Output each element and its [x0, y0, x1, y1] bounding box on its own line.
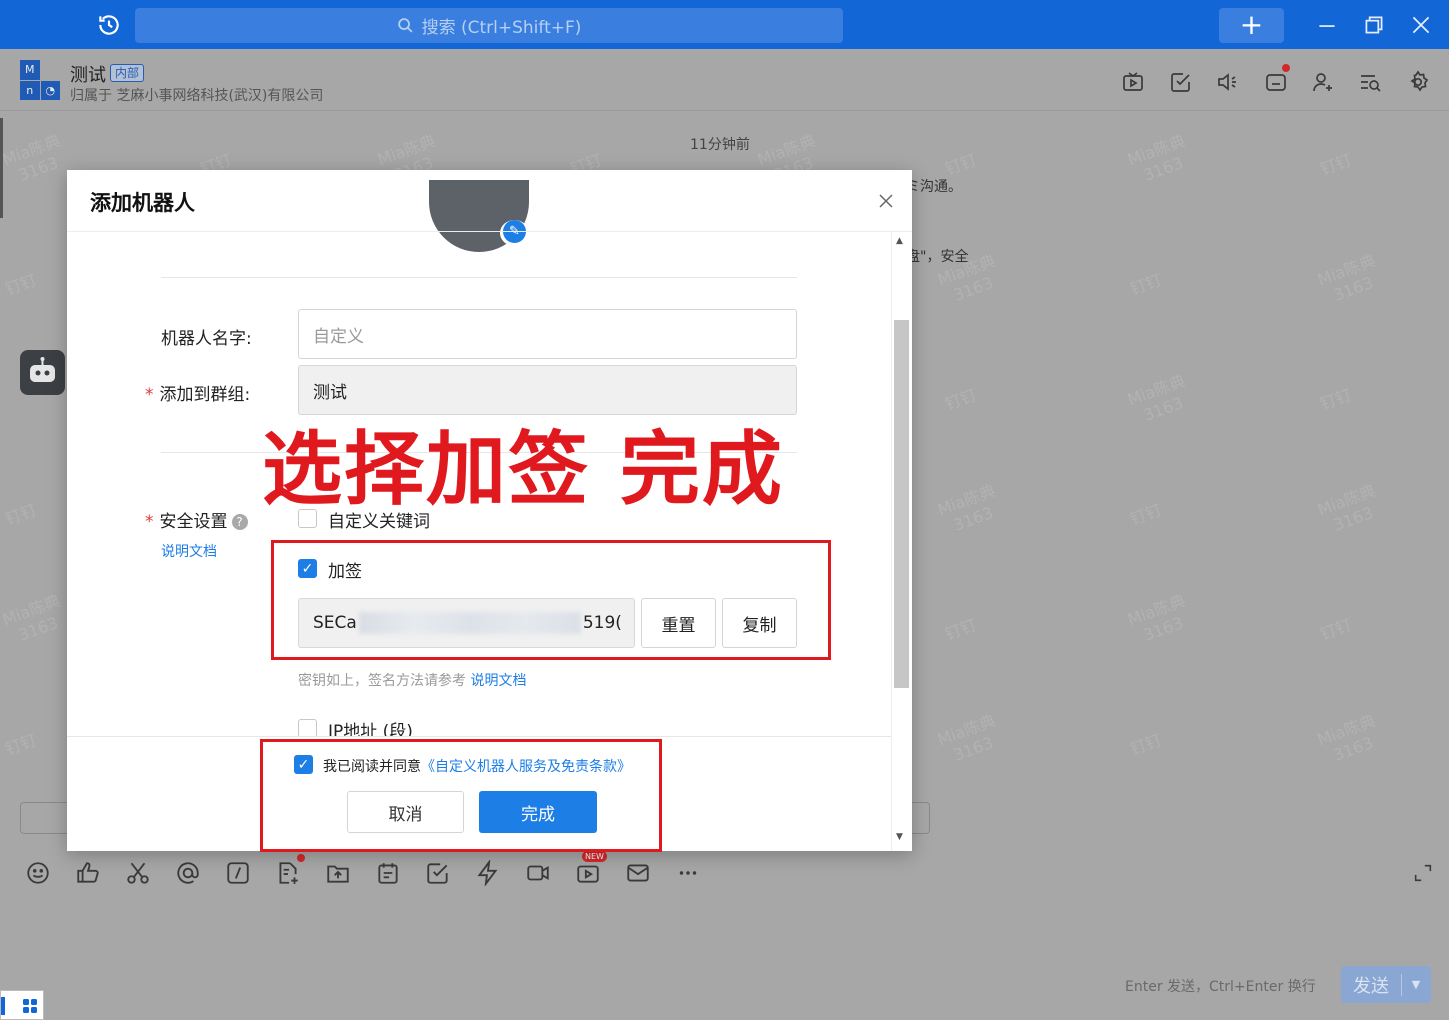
watermark: 钉钉 — [2, 730, 40, 759]
send-button[interactable]: 发送 ▼ — [1341, 966, 1431, 1003]
notification-dot — [1282, 64, 1290, 72]
taskbar-corner[interactable] — [0, 990, 44, 1020]
watermark: Mia陈典 3163 — [1124, 590, 1188, 645]
watermark: 钉钉 — [1127, 270, 1165, 299]
mention-icon[interactable] — [175, 860, 201, 886]
expand-icon[interactable] — [1412, 862, 1434, 884]
scroll-up-icon[interactable]: ▲ — [896, 236, 903, 246]
dialog-title: 添加机器人 — [90, 191, 195, 215]
avatar-cell — [40, 60, 60, 80]
send-label: 发送 — [1353, 975, 1389, 997]
search-bar[interactable]: 搜索 (Ctrl+Shift+F) — [135, 8, 843, 43]
watermark: 钉钉 — [1317, 150, 1355, 179]
search-history-icon[interactable] — [1358, 70, 1382, 94]
robot-avatar[interactable] — [20, 350, 65, 395]
message-text: ミ沟通。 — [906, 179, 962, 195]
robot-name-input[interactable]: 自定义 — [298, 309, 797, 359]
watermark: 钉钉 — [1317, 385, 1355, 414]
add-member-icon[interactable] — [1311, 70, 1335, 94]
internal-badge: 内部 — [110, 64, 145, 82]
search-icon — [397, 18, 413, 33]
annotation-box — [271, 540, 831, 660]
watermark: Mia陈典 3163 — [934, 710, 998, 765]
task-icon[interactable] — [425, 860, 451, 886]
avatar-cell: n — [20, 80, 40, 100]
new-badge: NEW — [582, 851, 607, 862]
annotation-text: 选择加签 完成 — [262, 423, 784, 516]
background-tool-chip — [20, 802, 70, 834]
live-stream-icon[interactable] — [575, 860, 601, 886]
history-icon[interactable] — [96, 12, 122, 38]
live-icon[interactable] — [1121, 70, 1145, 94]
doc-add-icon[interactable] — [275, 860, 301, 886]
watermark: 钉钉 — [2, 270, 40, 299]
watermark: 钉钉 — [942, 385, 980, 414]
annotation-box — [260, 739, 662, 852]
secret-hint: 密钥如上，签名方法请参考 说明文档 — [298, 673, 527, 689]
watermark: 钉钉 — [942, 615, 980, 644]
watermark: Mia陈典 3163 — [1314, 710, 1378, 765]
voice-icon[interactable] — [1216, 70, 1240, 94]
watermark: 钉钉 — [1127, 730, 1165, 759]
group-name[interactable]: 测试 — [70, 61, 106, 87]
dialog-header-border — [67, 231, 912, 232]
more-icon[interactable] — [675, 860, 701, 886]
calendar-icon[interactable] — [375, 860, 401, 886]
watermark: 钉钉 — [2, 500, 40, 529]
settings-icon[interactable] — [1406, 70, 1430, 94]
close-icon[interactable] — [877, 192, 895, 210]
group-field-value: 测试 — [313, 382, 347, 403]
doc-link[interactable]: 说明文档 — [161, 541, 217, 561]
help-icon[interactable]: ? — [231, 514, 248, 530]
sidebar-scroll-edge — [0, 118, 3, 218]
robot-name-label: 机器人名字: — [161, 329, 252, 349]
restore-icon[interactable] — [1361, 12, 1387, 38]
message-text: 盘"，安全 — [906, 249, 969, 265]
security-settings-label: * 安全设置? — [145, 507, 248, 532]
watermark: Mia陈典 3163 — [1314, 480, 1378, 535]
watermark: Mia陈典 3163 — [0, 590, 63, 645]
watermark: Mia陈典 3163 — [1314, 250, 1378, 305]
watermark: 钉钉 — [1127, 500, 1165, 529]
avatar-cell: ◔ — [40, 80, 60, 100]
chevron-down-icon[interactable]: ▼ — [1402, 978, 1430, 991]
watermark: Mia陈典 3163 — [934, 480, 998, 535]
slash-command-icon[interactable] — [225, 860, 251, 886]
ding-icon[interactable] — [475, 860, 501, 886]
robot-icon — [30, 357, 55, 382]
group-notice-icon[interactable] — [1264, 70, 1288, 94]
robot-name-placeholder: 自定义 — [313, 326, 364, 347]
title-bar: 搜索 (Ctrl+Shift+F) + — [0, 0, 1449, 49]
mail-icon[interactable] — [625, 860, 651, 886]
search-placeholder: 搜索 (Ctrl+Shift+F) — [421, 18, 582, 38]
avatar-cell: M — [20, 60, 40, 80]
thumbs-up-icon[interactable] — [75, 860, 101, 886]
todo-icon[interactable] — [1169, 70, 1193, 94]
apps-icon — [1, 997, 37, 1015]
watermark: Mia陈典 3163 — [0, 130, 63, 185]
close-window-icon[interactable] — [1408, 12, 1434, 38]
watermark: 钉钉 — [1317, 615, 1355, 644]
emoji-icon[interactable] — [25, 860, 51, 886]
scroll-down-icon[interactable]: ▼ — [896, 832, 903, 842]
hint-doc-link[interactable]: 说明文档 — [470, 673, 526, 689]
new-button[interactable]: + — [1219, 8, 1284, 43]
watermark: Mia陈典 3163 — [1124, 370, 1188, 425]
watermark: Mia陈典 3163 — [1124, 130, 1188, 185]
scissors-icon[interactable] — [125, 860, 151, 886]
group-field-label: * 添加到群组: — [145, 385, 251, 405]
message-timestamp: 11分钟前 — [690, 137, 750, 153]
divider — [161, 277, 797, 278]
group-owner-text: 归属于 芝麻小事网络科技(武汉)有限公司 — [70, 88, 324, 104]
notification-dot — [297, 854, 305, 862]
video-call-icon[interactable] — [525, 860, 551, 886]
scroll-thumb[interactable] — [894, 320, 909, 688]
divider — [67, 736, 912, 737]
minimize-icon[interactable] — [1314, 12, 1340, 38]
file-upload-icon[interactable] — [325, 860, 351, 886]
group-avatar[interactable]: M n ◔ — [20, 60, 60, 100]
send-hint: Enter 发送，Ctrl+Enter 换行 — [1125, 979, 1316, 995]
